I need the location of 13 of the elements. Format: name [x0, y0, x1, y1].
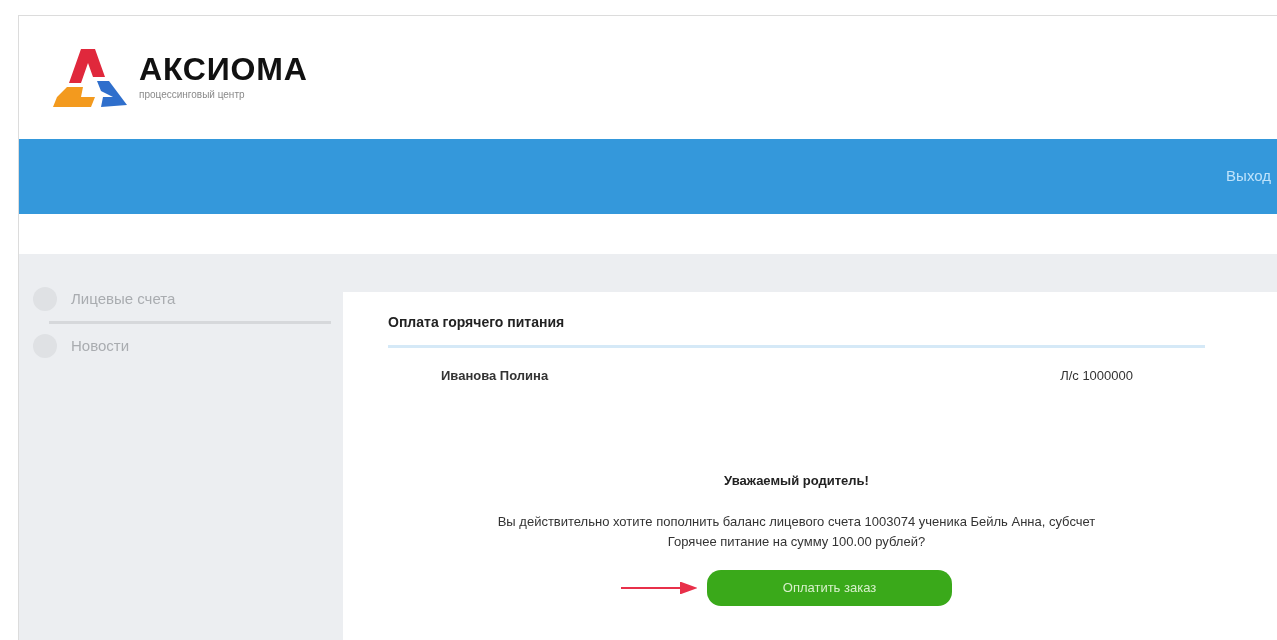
card-title: Оплата горячего питания: [388, 313, 566, 332]
sidebar-item[interactable]: Лицевые счета: [19, 277, 343, 321]
pay-button[interactable]: Оплатить заказ: [707, 570, 952, 606]
account-number: Л/с 1000000: [1060, 367, 1133, 385]
logo-wordmark: АКСИОМА: [139, 53, 308, 85]
greeting: Уважаемый родитель!: [723, 471, 870, 490]
confirmation-message: Вы действительно хотите пополнить баланс лицевого счета 1003074 ученика Бейль Анна, субсчет Горячее питание на сумму 100.00 рублей?: [496, 513, 1097, 551]
student-name: Иванова Полина: [441, 367, 549, 385]
arrow-icon: [621, 582, 697, 594]
logout-link[interactable]: Выход: [1226, 165, 1271, 188]
logo-icon: [51, 46, 129, 109]
sidebar-item[interactable]: Новости: [19, 324, 343, 368]
logo-tagline: процессинговый центр: [139, 88, 246, 102]
